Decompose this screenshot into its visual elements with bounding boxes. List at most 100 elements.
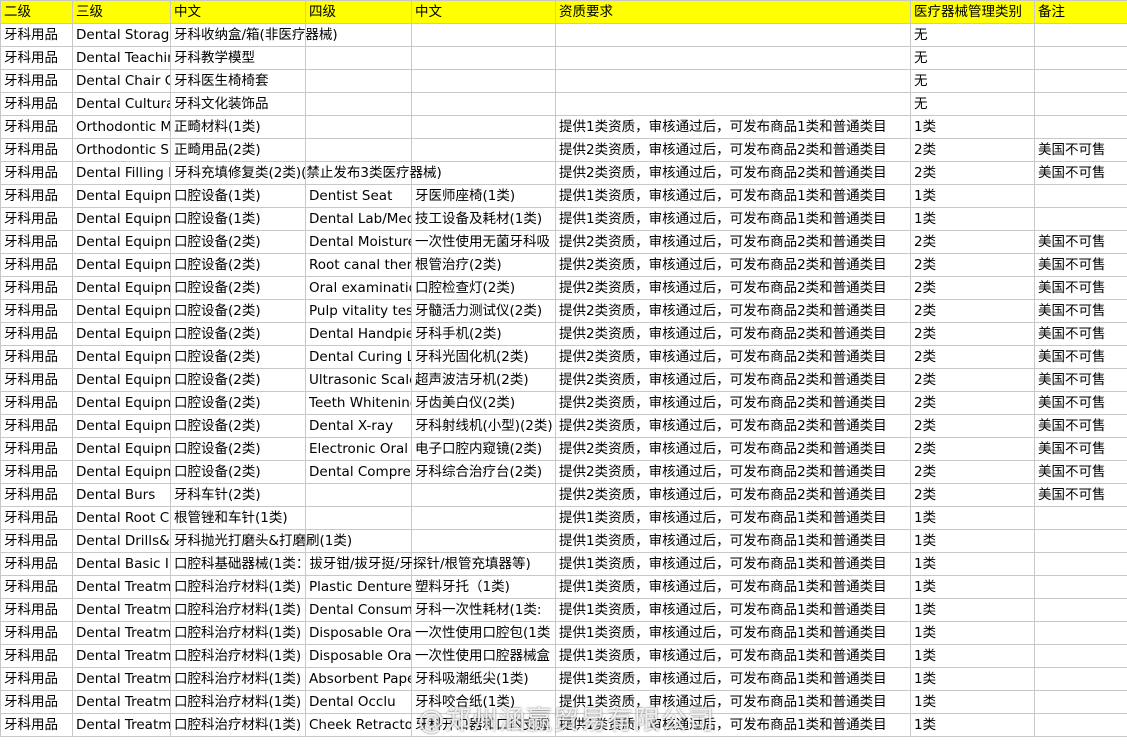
cell-device-class[interactable]: 无 xyxy=(910,69,1035,93)
cell-chinese[interactable]: 正畸用品(2类) xyxy=(170,138,306,162)
cell-qualification[interactable] xyxy=(555,46,911,70)
cell-notes[interactable]: 美国不可售 xyxy=(1034,483,1127,507)
cell-chinese[interactable]: 口腔设备(2类) xyxy=(170,253,306,277)
cell-chinese[interactable]: 正畸材料(1类) xyxy=(170,115,306,139)
cell-qualification[interactable]: 提供2类资质，审核通过后，可发布商品2类和普通类目 xyxy=(555,460,911,484)
cell-device-class[interactable]: 2类 xyxy=(910,161,1035,185)
cell-chinese[interactable]: 口腔设备(2类) xyxy=(170,299,306,323)
cell-chinese-2[interactable]: 牙科咬合纸(1类) xyxy=(411,690,556,714)
cell-level3[interactable]: Dental Equipm xyxy=(72,299,171,323)
cell-level3[interactable]: Dental Equipm xyxy=(72,253,171,277)
cell-chinese-2[interactable]: 牙科手机(2类) xyxy=(411,322,556,346)
cell-qualification[interactable] xyxy=(555,23,911,47)
cell-device-class[interactable]: 2类 xyxy=(910,483,1035,507)
cell-notes[interactable] xyxy=(1034,46,1127,70)
cell-chinese[interactable]: 牙科充填修复类(2类)(禁止发布3类医疗器械) xyxy=(170,161,442,185)
cell-chinese[interactable]: 口腔设备(2类) xyxy=(170,437,306,461)
cell-level2[interactable]: 牙科用品 xyxy=(0,23,73,47)
cell-notes[interactable] xyxy=(1034,667,1127,691)
cell-device-class[interactable]: 1类 xyxy=(910,529,1035,553)
cell-chinese[interactable]: 口腔科治疗材料(1类) xyxy=(170,667,306,691)
cell-chinese[interactable]: 口腔设备(1类) xyxy=(170,184,306,208)
cell-qualification[interactable]: 提供2类资质，审核通过后，可发布商品2类和普通类目 xyxy=(555,161,911,185)
cell-chinese[interactable]: 口腔设备(2类) xyxy=(170,460,306,484)
cell-level3[interactable]: Dental Equipm xyxy=(72,207,171,231)
cell-qualification[interactable]: 提供2类资质，审核通过后，可发布商品2类和普通类目 xyxy=(555,138,911,162)
cell-notes[interactable] xyxy=(1034,575,1127,599)
header-chinese[interactable]: 中文 xyxy=(170,0,306,24)
cell-level4[interactable] xyxy=(305,138,412,162)
cell-device-class[interactable]: 2类 xyxy=(910,391,1035,415)
cell-qualification[interactable]: 提供1类资质，审核通过后，可发布商品1类和普通类目 xyxy=(555,598,911,622)
cell-level3[interactable]: Dental Equipm xyxy=(72,322,171,346)
header-level3[interactable]: 三级 xyxy=(72,0,171,24)
cell-level2[interactable]: 牙科用品 xyxy=(0,644,73,668)
cell-chinese-2[interactable]: 牙科光固化机(2类) xyxy=(411,345,556,369)
cell-chinese-2[interactable]: 电子口腔内窥镜(2类) xyxy=(411,437,556,461)
cell-chinese[interactable]: 牙科车针(2类) xyxy=(170,483,306,507)
cell-level4[interactable]: Dental Compre xyxy=(305,460,412,484)
cell-chinese[interactable]: 牙科医生椅椅套 xyxy=(170,69,306,93)
cell-level4[interactable] xyxy=(305,506,412,530)
cell-level2[interactable]: 牙科用品 xyxy=(0,483,73,507)
cell-level2[interactable]: 牙科用品 xyxy=(0,414,73,438)
cell-level3[interactable]: Dental Root Ca xyxy=(72,506,171,530)
cell-chinese-2[interactable]: 根管治疗(2类) xyxy=(411,253,556,277)
cell-level2[interactable]: 牙科用品 xyxy=(0,161,73,185)
cell-level2[interactable]: 牙科用品 xyxy=(0,529,73,553)
cell-chinese[interactable]: 根管锉和车针(1类) xyxy=(170,506,306,530)
cell-level2[interactable]: 牙科用品 xyxy=(0,690,73,714)
cell-chinese[interactable]: 口腔科治疗材料(1类) xyxy=(170,690,306,714)
cell-level3[interactable]: Dental Treatm xyxy=(72,575,171,599)
cell-chinese[interactable]: 口腔科治疗材料(1类) xyxy=(170,713,306,737)
cell-level3[interactable]: Dental Equipm xyxy=(72,345,171,369)
cell-qualification[interactable]: 提供2类资质，审核通过后，可发布商品2类和普通类目 xyxy=(555,368,911,392)
cell-device-class[interactable]: 2类 xyxy=(910,345,1035,369)
cell-level3[interactable]: Dental Treatm xyxy=(72,598,171,622)
cell-device-class[interactable]: 2类 xyxy=(910,299,1035,323)
cell-device-class[interactable]: 2类 xyxy=(910,368,1035,392)
cell-notes[interactable]: 美国不可售 xyxy=(1034,368,1127,392)
cell-chinese[interactable]: 口腔科治疗材料(1类) xyxy=(170,644,306,668)
cell-level3[interactable]: Dental Treatm xyxy=(72,621,171,645)
header-device-class[interactable]: 医疗器械管理类别 xyxy=(910,0,1035,24)
cell-chinese-2[interactable]: 一次性使用口腔器械盒 xyxy=(411,644,556,668)
cell-chinese-2[interactable]: 牙医师座椅(1类) xyxy=(411,184,556,208)
cell-chinese[interactable]: 牙科教学模型 xyxy=(170,46,306,70)
cell-level2[interactable]: 牙科用品 xyxy=(0,345,73,369)
cell-notes[interactable]: 美国不可售 xyxy=(1034,230,1127,254)
cell-qualification[interactable] xyxy=(555,92,911,116)
cell-device-class[interactable]: 2类 xyxy=(910,253,1035,277)
cell-chinese-2[interactable]: 牙齿美白仪(2类) xyxy=(411,391,556,415)
cell-notes[interactable]: 美国不可售 xyxy=(1034,161,1127,185)
cell-level4[interactable]: Disposable Ora xyxy=(305,621,412,645)
cell-notes[interactable]: 美国不可售 xyxy=(1034,391,1127,415)
cell-level3[interactable]: Orthodontic S xyxy=(72,138,171,162)
cell-qualification[interactable]: 提供2类资质，审核通过后，可发布商品2类和普通类目 xyxy=(555,299,911,323)
cell-level2[interactable]: 牙科用品 xyxy=(0,506,73,530)
cell-chinese[interactable]: 口腔设备(2类) xyxy=(170,391,306,415)
cell-chinese[interactable]: 口腔设备(2类) xyxy=(170,368,306,392)
cell-chinese[interactable]: 口腔设备(2类) xyxy=(170,414,306,438)
cell-level2[interactable]: 牙科用品 xyxy=(0,460,73,484)
cell-qualification[interactable]: 提供2类资质，审核通过后，可发布商品2类和普通类目 xyxy=(555,483,911,507)
cell-level3[interactable]: Dental Treatm xyxy=(72,667,171,691)
cell-chinese-2[interactable]: 牙科射线机(小型)(2类) xyxy=(411,414,556,438)
cell-level2[interactable]: 牙科用品 xyxy=(0,391,73,415)
cell-level2[interactable]: 牙科用品 xyxy=(0,322,73,346)
cell-level2[interactable]: 牙科用品 xyxy=(0,230,73,254)
cell-level2[interactable]: 牙科用品 xyxy=(0,667,73,691)
cell-level4[interactable]: Dentist Seat xyxy=(305,184,412,208)
cell-level4[interactable]: Disposable Ora xyxy=(305,644,412,668)
cell-qualification[interactable] xyxy=(555,69,911,93)
header-notes[interactable]: 备注 xyxy=(1034,0,1127,24)
cell-level3[interactable]: Dental Cultural xyxy=(72,92,171,116)
cell-qualification[interactable]: 提供2类资质，审核通过后，可发布商品2类和普通类目 xyxy=(555,391,911,415)
cell-level2[interactable]: 牙科用品 xyxy=(0,437,73,461)
cell-level4[interactable] xyxy=(305,92,412,116)
cell-notes[interactable]: 美国不可售 xyxy=(1034,437,1127,461)
cell-level3[interactable]: Dental Equipm xyxy=(72,437,171,461)
cell-device-class[interactable]: 1类 xyxy=(910,713,1035,737)
cell-notes[interactable] xyxy=(1034,23,1127,47)
cell-chinese[interactable]: 口腔设备(2类) xyxy=(170,230,306,254)
